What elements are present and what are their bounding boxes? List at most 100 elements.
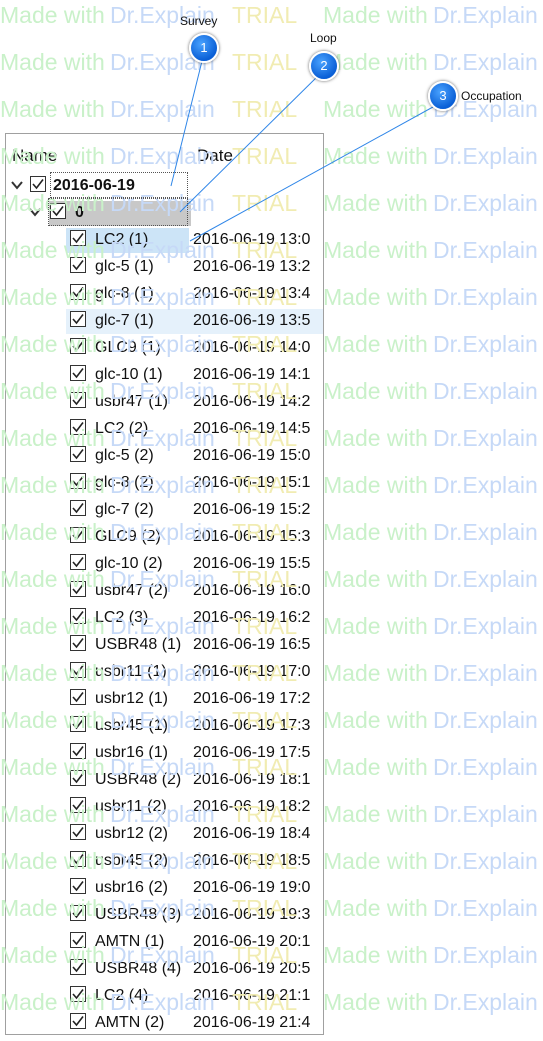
checkmark-icon xyxy=(72,854,84,865)
chevron-down-icon[interactable] xyxy=(28,205,42,219)
checkmark-icon xyxy=(72,962,84,973)
occupation-checkbox[interactable] xyxy=(70,851,86,867)
occupation-row[interactable]: LC2 (1) 2016-06-19 13:0 xyxy=(6,227,323,254)
occupation-name: usbr11 (2) xyxy=(95,798,167,815)
occupation-date: 2016-06-19 17:2 xyxy=(193,690,311,707)
occupation-row[interactable]: glc-7 (2) 2016-06-19 15:2 xyxy=(6,497,323,524)
occupation-name: LC2 (3) xyxy=(95,609,149,626)
loop-checkbox[interactable] xyxy=(50,203,66,219)
occupation-checkbox[interactable] xyxy=(70,743,86,759)
occupation-row[interactable]: usbr12 (1) 2016-06-19 17:2 xyxy=(6,686,323,713)
occupation-checkbox[interactable] xyxy=(70,365,86,381)
occupation-date: 2016-06-19 21:1 xyxy=(193,987,311,1004)
occupation-checkbox[interactable] xyxy=(70,581,86,597)
occupation-row[interactable]: LC2 (2) 2016-06-19 14:5 xyxy=(6,416,323,443)
occupation-row[interactable]: LC2 (3) 2016-06-19 16:2 xyxy=(6,605,323,632)
occupation-date: 2016-06-19 18:4 xyxy=(193,825,311,842)
checkmark-icon xyxy=(72,1016,84,1027)
occupation-checkbox[interactable] xyxy=(70,986,86,1002)
checkmark-icon xyxy=(72,530,84,541)
name-column-header[interactable]: Name xyxy=(12,146,57,166)
occupation-name: glc-8 (2) xyxy=(95,474,154,491)
occupation-checkbox[interactable] xyxy=(70,662,86,678)
occupation-row[interactable]: LC2 (4) 2016-06-19 21:1 xyxy=(6,983,323,1010)
checkmark-icon xyxy=(72,665,84,676)
callout-label-survey: Survey xyxy=(180,14,218,28)
occupation-name: GLC9 (2) xyxy=(95,528,161,545)
occupation-row[interactable]: USBR48 (1) 2016-06-19 16:5 xyxy=(6,632,323,659)
occupation-checkbox[interactable] xyxy=(70,716,86,732)
occupation-date: 2016-06-19 21:4 xyxy=(193,1014,311,1031)
occupation-checkbox[interactable] xyxy=(70,500,86,516)
occupation-row[interactable]: glc-8 (1) 2016-06-19 13:4 xyxy=(6,281,323,308)
occupation-row[interactable]: usbr16 (2) 2016-06-19 19:0 xyxy=(6,875,323,902)
occupation-row[interactable]: usbr45 (1) 2016-06-19 17:3 xyxy=(6,713,323,740)
occupation-checkbox[interactable] xyxy=(70,446,86,462)
occupation-checkbox[interactable] xyxy=(70,473,86,489)
occupation-date: 2016-06-19 13:5 xyxy=(193,312,311,329)
occupation-name: AMTN (1) xyxy=(95,933,165,950)
occupation-checkbox[interactable] xyxy=(70,770,86,786)
occupation-row[interactable]: glc-10 (2) 2016-06-19 15:5 xyxy=(6,551,323,578)
checkmark-icon xyxy=(72,719,84,730)
occupation-row[interactable]: AMTN (2) 2016-06-19 21:4 xyxy=(6,1010,323,1034)
occupation-row[interactable]: GLC9 (1) 2016-06-19 14:0 xyxy=(6,335,323,362)
occupation-row[interactable]: glc-10 (1) 2016-06-19 14:1 xyxy=(6,362,323,389)
occupation-date: 2016-06-19 17:5 xyxy=(193,744,311,761)
date-column-header[interactable]: Date xyxy=(197,146,233,166)
occupation-checkbox[interactable] xyxy=(70,257,86,273)
occupation-checkbox[interactable] xyxy=(70,230,86,246)
occupation-name: AMTN (2) xyxy=(95,1014,165,1031)
occupation-row[interactable]: usbr11 (1) 2016-06-19 17:0 xyxy=(6,659,323,686)
callout-label-loop: Loop xyxy=(310,31,337,45)
occupation-checkbox[interactable] xyxy=(70,689,86,705)
occupation-checkbox[interactable] xyxy=(70,824,86,840)
survey-checkbox[interactable] xyxy=(30,176,46,192)
occupation-row[interactable]: USBR48 (3) 2016-06-19 19:3 xyxy=(6,902,323,929)
occupation-row[interactable]: AMTN (1) 2016-06-19 20:1 xyxy=(6,929,323,956)
occupation-row[interactable]: glc-8 (2) 2016-06-19 15:1 xyxy=(6,470,323,497)
occupation-row[interactable]: usbr47 (1) 2016-06-19 14:2 xyxy=(6,389,323,416)
checkmark-icon xyxy=(72,260,84,271)
occupation-checkbox[interactable] xyxy=(70,338,86,354)
occupation-checkbox[interactable] xyxy=(70,878,86,894)
occupation-checkbox[interactable] xyxy=(70,554,86,570)
occupation-row[interactable]: USBR48 (4) 2016-06-19 20:5 xyxy=(6,956,323,983)
occupation-checkbox[interactable] xyxy=(70,905,86,921)
occupation-name: glc-8 (1) xyxy=(95,285,154,302)
survey-row[interactable]: 2016-06-19 xyxy=(6,173,323,200)
occupation-name: usbr16 (2) xyxy=(95,879,168,896)
occupation-checkbox[interactable] xyxy=(70,311,86,327)
occupation-row[interactable]: usbr11 (2) 2016-06-19 18:2 xyxy=(6,794,323,821)
tree-view-panel[interactable]: Name Date 2016-06-19 0 LC2 (1) 2016-06-19… xyxy=(5,133,324,1035)
occupation-row[interactable]: glc-7 (1) 2016-06-19 13:5 xyxy=(6,308,323,335)
occupation-checkbox[interactable] xyxy=(70,1013,86,1029)
occupation-row[interactable]: usbr16 (1) 2016-06-19 17:5 xyxy=(6,740,323,767)
occupation-date: 2016-06-19 19:3 xyxy=(193,906,311,923)
occupation-checkbox[interactable] xyxy=(70,959,86,975)
checkmark-icon xyxy=(72,368,84,379)
occupation-row[interactable]: glc-5 (1) 2016-06-19 13:2 xyxy=(6,254,323,281)
occupation-row[interactable]: usbr47 (2) 2016-06-19 16:0 xyxy=(6,578,323,605)
callout-badge-1: 1 xyxy=(189,33,219,63)
occupation-checkbox[interactable] xyxy=(70,797,86,813)
chevron-down-icon[interactable] xyxy=(10,178,24,192)
occupation-checkbox[interactable] xyxy=(70,419,86,435)
occupation-row[interactable]: glc-5 (2) 2016-06-19 15:0 xyxy=(6,443,323,470)
occupation-row[interactable]: USBR48 (2) 2016-06-19 18:1 xyxy=(6,767,323,794)
occupation-checkbox[interactable] xyxy=(70,932,86,948)
occupation-checkbox[interactable] xyxy=(70,527,86,543)
checkmark-icon xyxy=(72,341,84,352)
occupation-row[interactable]: usbr12 (2) 2016-06-19 18:4 xyxy=(6,821,323,848)
checkmark-icon xyxy=(72,611,84,622)
occupation-row[interactable]: usbr45 (2) 2016-06-19 18:5 xyxy=(6,848,323,875)
occupation-row[interactable]: GLC9 (2) 2016-06-19 15:3 xyxy=(6,524,323,551)
callout-badge-3: 3 xyxy=(428,81,458,111)
occupation-name: usbr11 (1) xyxy=(95,663,167,680)
occupation-checkbox[interactable] xyxy=(70,635,86,651)
occupation-checkbox[interactable] xyxy=(70,392,86,408)
occupation-checkbox[interactable] xyxy=(70,608,86,624)
occupation-date: 2016-06-19 15:1 xyxy=(193,474,311,491)
loop-row[interactable]: 0 xyxy=(6,200,323,227)
occupation-checkbox[interactable] xyxy=(70,284,86,300)
